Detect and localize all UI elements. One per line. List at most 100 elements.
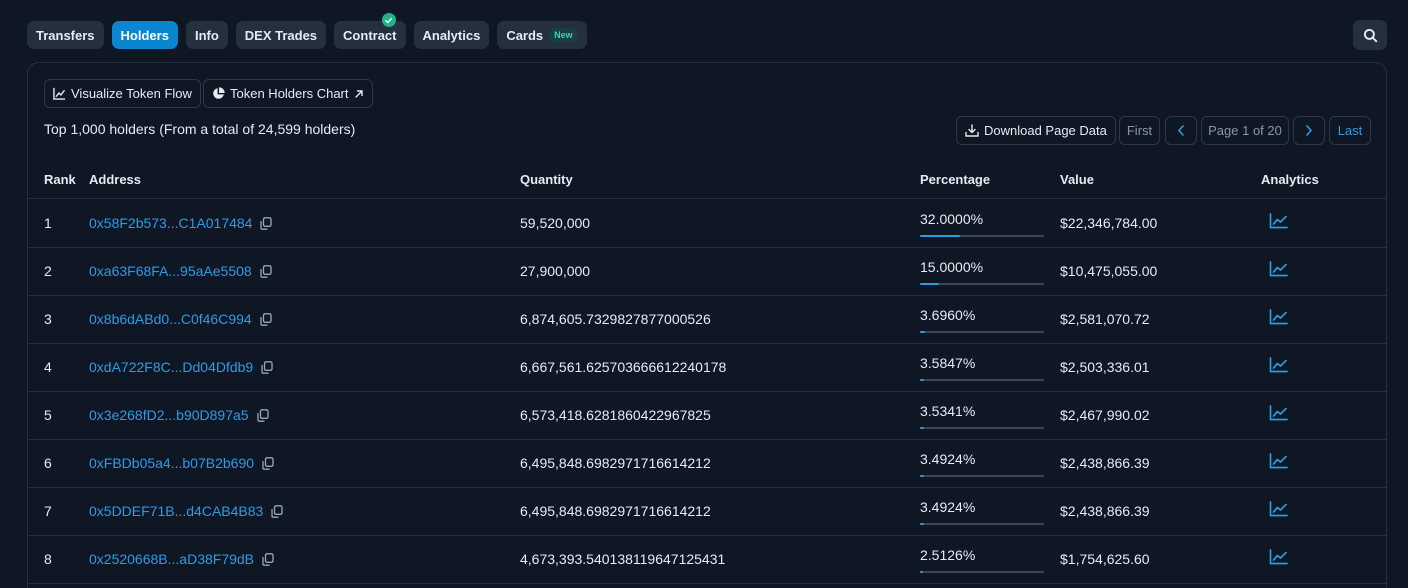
copy-icon[interactable] [262,552,274,566]
holder-address-link[interactable]: 0x2520668B...aD38F79dB [89,551,254,567]
copy-icon[interactable] [262,456,274,470]
quantity-cell: 6,495,848.6982971716614212 [520,503,711,519]
copy-icon[interactable] [271,504,283,518]
analytics-cell [1269,405,1288,424]
tab-transfers[interactable]: Transfers [27,21,104,49]
header-quantity: Quantity [520,172,573,187]
holder-address-link[interactable]: 0x8b6dABd0...C0f46C994 [89,311,252,327]
copy-icon[interactable] [260,312,272,326]
analytics-chart-icon[interactable] [1269,405,1288,421]
analytics-cell [1269,261,1288,280]
table-row: 2 0xa63F68FA...95aAe5508 27,900,000 15.0000… [28,248,1386,296]
address-cell: 0xFBDb05a4...b07B2b690 [89,455,274,471]
percentage-bar [920,475,1044,477]
quantity-cell: 27,900,000 [520,263,591,279]
holder-address-link[interactable]: 0x3e268fD2...b90D897a5 [89,407,249,423]
percentage-cell: 3.4924% [920,451,976,467]
value-cell: $2,581,070.72 [1060,311,1150,327]
percentage-cell: 3.4924% [920,499,976,515]
new-badge: New [549,28,578,42]
tab-holders[interactable]: Holders [111,21,178,49]
analytics-chart-icon[interactable] [1269,501,1288,517]
tab-label: Analytics [422,27,481,43]
tab-contract[interactable]: Contract [334,13,406,49]
analytics-chart-icon[interactable] [1269,309,1288,325]
address-cell: 0x58F2b573...C1A017484 [89,215,273,231]
percentage-bar [920,427,1044,429]
table-row: 6 0xFBDb05a4...b07B2b690 6,495,848.6982971… [28,440,1386,488]
percentage-cell: 3.6960% [920,307,976,323]
quantity-cell: 6,667,561.625703666612240178 [520,359,727,375]
holders-summary: Top 1,000 holders (From a total of 24,59… [44,121,356,137]
tab-cards[interactable]: Cards New [497,21,587,49]
value-cell: $1,754,625.60 [1060,551,1150,567]
analytics-cell [1269,453,1288,472]
search-button[interactable] [1353,20,1387,50]
analytics-chart-icon[interactable] [1269,549,1288,565]
copy-icon[interactable] [260,264,272,278]
first-label: First [1126,123,1153,138]
rank-cell: 4 [44,359,52,375]
pie-chart-icon [213,87,225,99]
percentage-bar-fill [920,331,925,333]
external-link-icon [354,89,363,98]
quantity-cell: 4,673,393.540138119647125431 [520,551,726,567]
analytics-cell [1269,357,1288,376]
last-page-button[interactable]: Last [1329,116,1371,145]
holder-address-link[interactable]: 0xdA722F8C...Dd04Dfdb9 [89,359,253,375]
table-row: 8 0x2520668B...aD38F79dB 4,673,393.5401381… [28,536,1386,584]
holder-address-link[interactable]: 0xFBDb05a4...b07B2b690 [89,455,254,471]
download-icon [965,124,979,137]
percentage-cell: 15.0000% [920,259,984,275]
first-page-button[interactable]: First [1119,116,1160,145]
percentage-bar-fill [920,427,925,429]
tab-label: Info [194,27,219,43]
tab-label: Transfers [36,27,95,43]
download-page-data-button[interactable]: Download Page Data [956,116,1116,145]
chevron-left-icon [1177,125,1184,136]
analytics-chart-icon[interactable] [1269,213,1288,229]
tab-label: Contract [343,27,397,43]
copy-icon[interactable] [256,408,269,422]
rank-cell: 3 [44,311,52,327]
address-cell: 0x3e268fD2...b90D897a5 [89,407,269,423]
tab-dex-trades[interactable]: DEX Trades [235,21,327,49]
copy-icon[interactable] [260,216,273,230]
header-percentage: Percentage [920,172,991,187]
tab-label: DEX Trades [244,27,318,43]
holder-address-link[interactable]: 0xa63F68FA...95aAe5508 [89,263,252,279]
percentage-bar [920,523,1044,525]
tab-info[interactable]: Info [185,21,228,49]
table-header: Rank Address Quantity Percentage Value A… [28,159,1386,199]
tab-bar: Transfers Holders Info DEX Trades Contra… [27,13,587,49]
analytics-chart-icon[interactable] [1269,453,1288,469]
header-analytics: Analytics [1261,172,1319,187]
previous-page-button[interactable] [1165,116,1197,145]
tab-label: Cards [506,27,544,43]
next-page-button[interactable] [1293,116,1325,145]
table-row: 5 0x3e268fD2...b90D897a5 6,573,418.6281860… [28,392,1386,440]
quantity-cell: 6,495,848.6982971716614212 [520,455,711,471]
tab-analytics[interactable]: Analytics [413,21,490,49]
analytics-cell [1269,213,1288,232]
copy-icon[interactable] [261,360,273,374]
analytics-chart-icon[interactable] [1269,357,1288,373]
page-indicator: Page 1 of 20 [1201,116,1289,145]
holder-address-link[interactable]: 0x58F2b573...C1A017484 [89,215,252,231]
address-cell: 0x8b6dABd0...C0f46C994 [89,311,272,327]
token-holders-chart-button[interactable]: Token Holders Chart [203,79,373,108]
address-cell: 0x2520668B...aD38F79dB [89,551,274,567]
quantity-cell: 6,874,605.7329827877000526 [520,311,711,327]
percentage-bar-fill [920,379,925,381]
visualize-token-flow-button[interactable]: Visualize Token Flow [44,79,201,108]
address-cell: 0xa63F68FA...95aAe5508 [89,263,272,279]
table-row: 7 0x5DDEF71B...d4CAB4B83 6,495,848.6982971… [28,488,1386,536]
rank-cell: 1 [44,215,52,231]
last-label: Last [1337,123,1363,138]
analytics-chart-icon[interactable] [1269,261,1288,277]
holder-address-link[interactable]: 0x5DDEF71B...d4CAB4B83 [89,503,263,519]
header-rank: Rank [44,172,76,187]
percentage-bar-fill [920,475,925,477]
page-label: Page 1 of 20 [1208,123,1282,138]
value-cell: $2,438,866.39 [1060,503,1150,519]
